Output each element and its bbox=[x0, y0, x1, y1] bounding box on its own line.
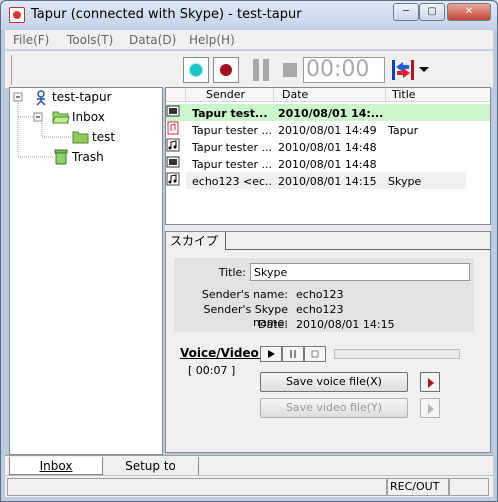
menu-file[interactable]: File(F) bbox=[13, 33, 49, 47]
message-list: Sender Date Title Tapur test... 2010/08/… bbox=[165, 87, 491, 225]
trash-icon bbox=[54, 149, 68, 165]
menu-data[interactable]: Data(D) bbox=[129, 33, 176, 47]
date-value: 2010/08/01 14:15 bbox=[296, 318, 395, 331]
tree-test[interactable]: test bbox=[92, 130, 115, 144]
list-item[interactable]: Tapur tester ... 2010/08/01 14:49 Tapur bbox=[166, 121, 490, 138]
row-date: 2010/08/01 14:48 bbox=[278, 141, 377, 154]
voice-video-icon bbox=[166, 105, 180, 117]
app-window: Tapur (connected with Skype) - test-tapu… bbox=[0, 0, 498, 502]
title-field[interactable]: Skype bbox=[250, 263, 470, 281]
col-title-header[interactable]: Title bbox=[386, 88, 490, 102]
play-right-icon bbox=[428, 404, 434, 414]
voice-video-icon bbox=[166, 156, 180, 168]
sender-name-value: echo123 bbox=[296, 288, 344, 301]
record-start-icon bbox=[190, 64, 202, 76]
window-title: Tapur (connected with Skype) - test-tapu… bbox=[31, 7, 302, 22]
video-export-button[interactable] bbox=[420, 398, 440, 418]
list-header: Sender Date Title bbox=[166, 88, 490, 102]
col-date-header[interactable]: Date bbox=[274, 88, 386, 102]
row-title: Skype bbox=[388, 175, 422, 188]
bottom-tab-bar: Inbox Setup to bbox=[5, 455, 493, 475]
detail-panel: スカイプ Title: Skype Sender's name: echo123… bbox=[165, 231, 491, 453]
status-rec: REC/OUT bbox=[387, 478, 449, 496]
sender-skype-value: echo123 bbox=[296, 303, 344, 316]
toolbar: 00:00 bbox=[5, 51, 493, 89]
close-button[interactable]: ✕ bbox=[447, 3, 491, 21]
minimize-button[interactable]: ─ bbox=[393, 3, 419, 21]
tab-inbox-label: Inbox bbox=[39, 459, 73, 473]
pause-small-icon bbox=[290, 350, 296, 358]
message-info: Title: Skype Sender's name: echo123 Send… bbox=[174, 258, 474, 332]
status-bar: REC/OUT bbox=[5, 475, 493, 497]
sender-name-label: Sender's name: bbox=[201, 288, 288, 301]
duration-text: [ 00:07 ] bbox=[188, 364, 236, 377]
tree-inbox[interactable]: Inbox bbox=[72, 110, 105, 124]
record-stop-icon bbox=[220, 64, 232, 76]
music-icon bbox=[166, 138, 180, 152]
stop-small-icon bbox=[311, 350, 319, 358]
chevron-down-icon[interactable] bbox=[419, 67, 429, 72]
date-label: Date: bbox=[258, 318, 288, 331]
record-mode-icon[interactable] bbox=[391, 59, 415, 81]
menu-help[interactable]: Help(H) bbox=[189, 33, 235, 47]
title-label: Title: bbox=[218, 266, 246, 279]
pause-button[interactable] bbox=[282, 346, 304, 362]
status-main bbox=[7, 478, 387, 496]
row-title: Tapur bbox=[388, 124, 419, 137]
list-item[interactable]: Tapur test... 2010/08/01 14:... bbox=[166, 104, 490, 121]
row-date: 2010/08/01 14:48 bbox=[278, 158, 377, 171]
list-item[interactable]: Tapur tester ... 2010/08/01 14:48 bbox=[166, 155, 490, 172]
tab-skype[interactable]: スカイプ bbox=[166, 232, 226, 250]
stop-icon[interactable] bbox=[283, 63, 297, 77]
title-bar[interactable]: Tapur (connected with Skype) - test-tapu… bbox=[1, 1, 497, 29]
voice-video-label: Voice/Video: bbox=[180, 346, 264, 360]
row-date: 2010/08/01 14:... bbox=[278, 107, 384, 120]
row-sender: Tapur tester ... bbox=[192, 141, 272, 154]
folder-icon bbox=[72, 131, 89, 144]
pause-icon[interactable] bbox=[251, 59, 271, 81]
play-button[interactable] bbox=[260, 346, 282, 362]
play-right-icon bbox=[428, 378, 434, 388]
timer-display: 00:00 bbox=[303, 57, 385, 83]
stop-record-button[interactable] bbox=[213, 57, 239, 83]
list-item[interactable]: Tapur tester ... 2010/08/01 14:48 bbox=[166, 138, 490, 155]
save-video-button[interactable]: Save video file(Y) bbox=[260, 398, 408, 418]
menu-bar: File(F) Tools(T) Data(D) Help(H) bbox=[5, 30, 493, 50]
col-icon-header[interactable] bbox=[166, 88, 186, 102]
maximize-button[interactable]: ▢ bbox=[419, 3, 445, 21]
folder-tree: test-tapur Inbox test Trash bbox=[9, 87, 163, 455]
voice-file-icon bbox=[167, 121, 179, 135]
list-item[interactable]: echo123 <ec... 2010/08/01 14:15 Skype bbox=[166, 172, 490, 189]
save-voice-button[interactable]: Save voice file(X) bbox=[260, 372, 408, 392]
status-extra bbox=[449, 478, 489, 496]
row-date: 2010/08/01 14:49 bbox=[278, 124, 377, 137]
music-icon bbox=[166, 172, 180, 186]
col-sender-header[interactable]: Sender bbox=[186, 88, 274, 102]
tapur-logo-icon bbox=[9, 7, 25, 23]
playback-progress[interactable] bbox=[334, 349, 460, 359]
row-sender: Tapur tester ... bbox=[192, 124, 272, 137]
row-sender: echo123 <ec... bbox=[192, 175, 272, 188]
tree-root[interactable]: test-tapur bbox=[52, 90, 112, 104]
tab-inbox[interactable]: Inbox bbox=[9, 457, 103, 475]
play-icon bbox=[268, 350, 275, 358]
tree-trash[interactable]: Trash bbox=[72, 150, 104, 164]
start-record-button[interactable] bbox=[183, 57, 209, 83]
stop-button[interactable] bbox=[304, 346, 326, 362]
row-sender: Tapur tester ... bbox=[192, 158, 272, 171]
tab-strip bbox=[226, 232, 490, 250]
menu-tools[interactable]: Tools(T) bbox=[67, 33, 113, 47]
voice-export-button[interactable] bbox=[420, 372, 440, 392]
row-sender: Tapur test... bbox=[192, 107, 268, 120]
tab-setup-to[interactable]: Setup to bbox=[103, 457, 199, 475]
skype-user-icon bbox=[36, 90, 46, 106]
row-date: 2010/08/01 14:15 bbox=[278, 175, 377, 188]
toolbar-grip bbox=[11, 55, 12, 85]
open-folder-icon bbox=[52, 111, 70, 124]
